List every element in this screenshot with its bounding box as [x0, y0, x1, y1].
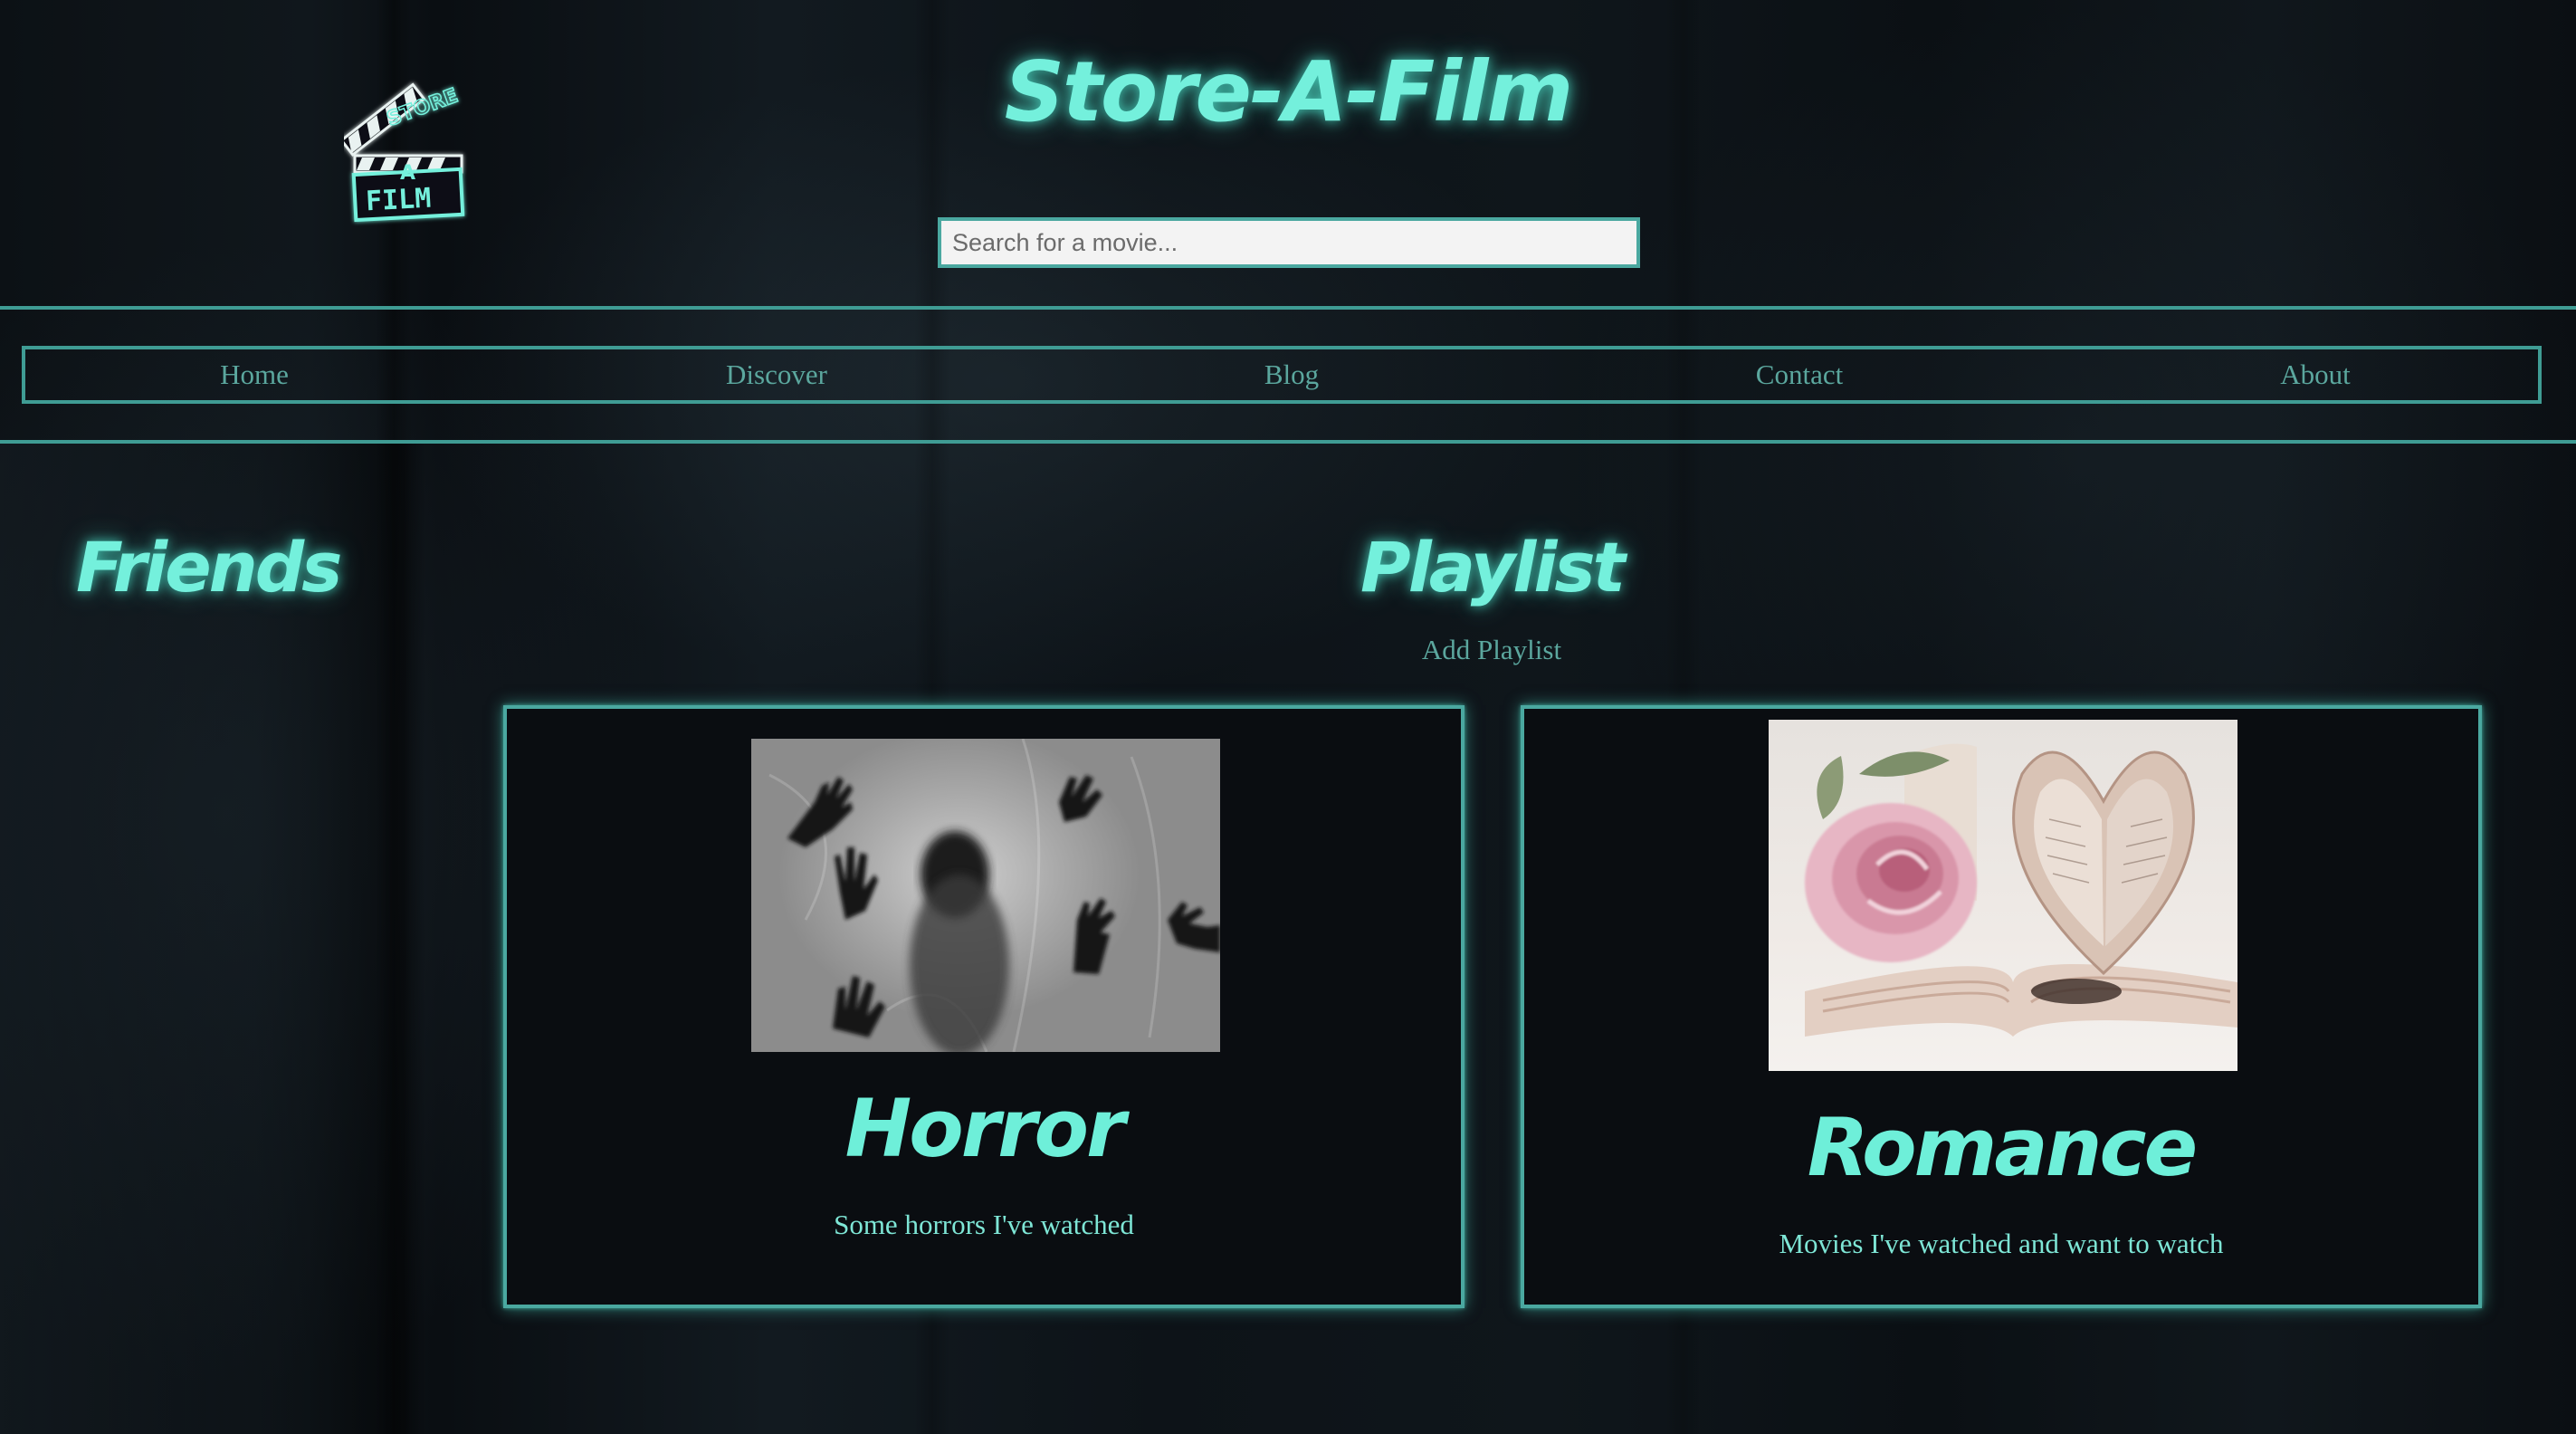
nav-item-contact[interactable]: Contact: [1756, 349, 1843, 400]
svg-text:FILM: FILM: [365, 183, 432, 218]
nav-item-home[interactable]: Home: [220, 349, 289, 400]
horror-image: [751, 739, 1220, 1052]
card-title-romance: Romance: [1807, 1101, 2198, 1194]
playlist-card-romance[interactable]: Romance Movies I've watched and want to …: [1521, 705, 2482, 1308]
card-description-romance: Movies I've watched and want to watch: [1779, 1228, 2224, 1259]
site-header: STORE A FILM Store-A-Film: [0, 0, 2576, 308]
svg-text:A: A: [400, 162, 415, 185]
main-nav: Home Discover Blog Contact About: [22, 346, 2542, 404]
friends-title: Friends: [76, 527, 342, 607]
shadow-hands-image: [768, 739, 1220, 1052]
playlist-card-horror[interactable]: Horror Some horrors I've watched: [503, 705, 1465, 1308]
rose-book-image: [1805, 743, 2237, 1037]
nav-item-about[interactable]: About: [2280, 349, 2351, 400]
playlist-title: Playlist: [1360, 527, 1626, 607]
search-input[interactable]: [938, 217, 1640, 268]
add-playlist-link[interactable]: Add Playlist: [1422, 634, 1561, 666]
card-title-horror: Horror: [844, 1082, 1126, 1175]
header-divider: [0, 306, 2576, 310]
nav-item-blog[interactable]: Blog: [1264, 349, 1319, 400]
romance-image: [1769, 720, 2237, 1071]
card-description-horror: Some horrors I've watched: [834, 1209, 1134, 1240]
site-title: Store-A-Film: [1004, 43, 1574, 140]
nav-item-discover[interactable]: Discover: [726, 349, 827, 400]
